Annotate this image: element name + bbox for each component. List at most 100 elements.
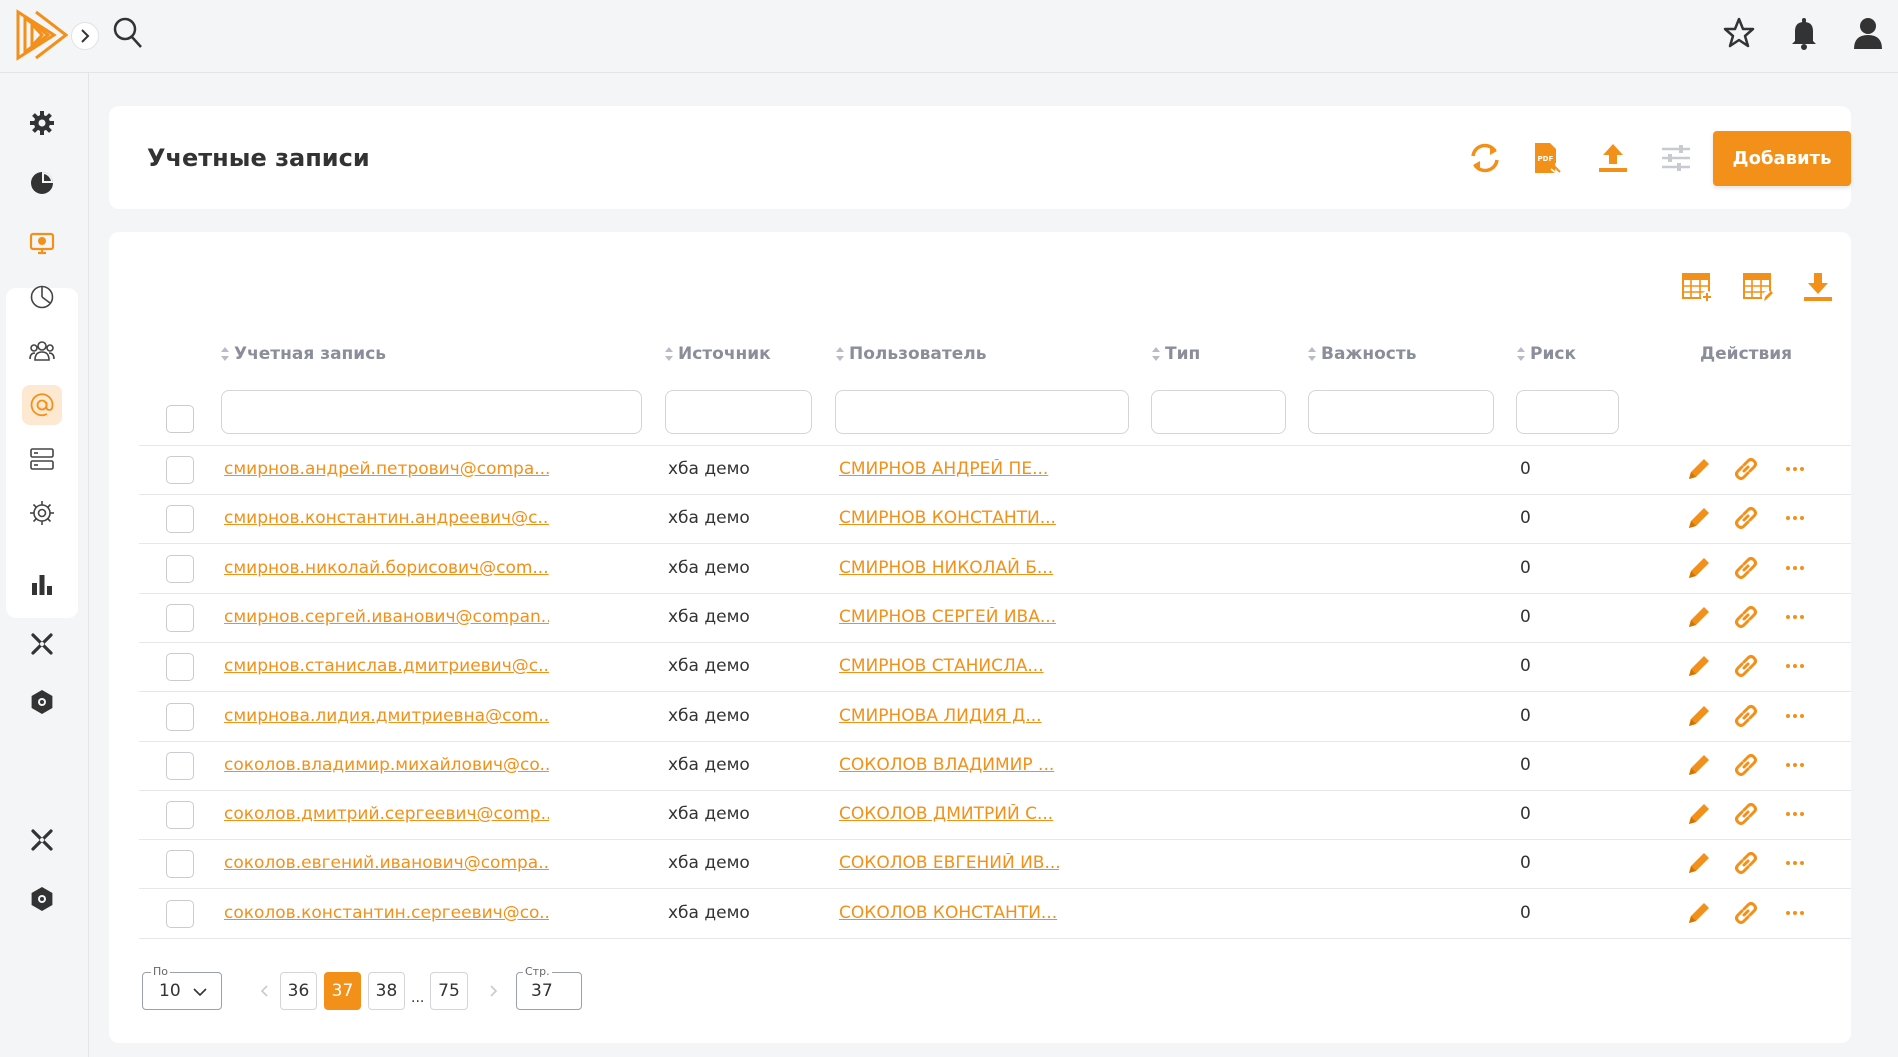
page-button-38[interactable]: 38 xyxy=(368,972,405,1010)
user-link[interactable]: СОКОЛОВ ВЛАДИМИР ... xyxy=(839,755,1059,775)
column-header-source[interactable]: Источник xyxy=(664,344,771,364)
more-icon[interactable] xyxy=(1780,701,1810,731)
edit-icon[interactable] xyxy=(1684,503,1714,533)
sidebar-item-servers[interactable] xyxy=(22,439,62,479)
link-icon[interactable] xyxy=(1731,553,1761,583)
link-icon[interactable] xyxy=(1731,799,1761,829)
more-icon[interactable] xyxy=(1780,602,1810,632)
page-button-36[interactable]: 36 xyxy=(280,972,317,1010)
download-icon[interactable] xyxy=(1801,270,1835,304)
row-checkbox[interactable] xyxy=(166,850,194,878)
row-checkbox[interactable] xyxy=(166,653,194,681)
sidebar-item-accounts[interactable] xyxy=(22,385,62,425)
sidebar-item-analytics[interactable] xyxy=(22,565,62,605)
more-icon[interactable] xyxy=(1780,503,1810,533)
account-link[interactable]: смирнов.константин.андреевич@c... xyxy=(224,508,549,528)
account-link[interactable]: смирнов.станислав.дмитриевич@c... xyxy=(224,656,549,676)
column-header-user[interactable]: Пользователь xyxy=(835,344,986,364)
edit-icon[interactable] xyxy=(1684,848,1714,878)
row-checkbox[interactable] xyxy=(166,505,194,533)
row-checkbox[interactable] xyxy=(166,604,194,632)
sidebar-item-tools[interactable] xyxy=(22,624,62,664)
user-link[interactable]: СОКОЛОВ ДМИТРИЙ С... xyxy=(839,804,1059,824)
user-link[interactable]: СМИРНОВ СТАНИСЛА... xyxy=(839,656,1059,676)
link-icon[interactable] xyxy=(1731,454,1761,484)
edit-icon[interactable] xyxy=(1684,799,1714,829)
page-button-37[interactable]: 37 xyxy=(324,972,361,1010)
sidebar-item-settings[interactable] xyxy=(22,103,62,143)
link-icon[interactable] xyxy=(1731,750,1761,780)
user-link[interactable]: СМИРНОВА ЛИДИЯ Д... xyxy=(839,706,1059,726)
link-icon[interactable] xyxy=(1731,503,1761,533)
edit-icon[interactable] xyxy=(1684,602,1714,632)
bell-icon[interactable] xyxy=(1787,16,1821,50)
refresh-icon[interactable] xyxy=(1468,141,1502,175)
add-button[interactable]: Добавить xyxy=(1713,131,1851,186)
link-icon[interactable] xyxy=(1731,898,1761,928)
user-icon[interactable] xyxy=(1851,16,1885,50)
edit-icon[interactable] xyxy=(1684,651,1714,681)
more-icon[interactable] xyxy=(1780,553,1810,583)
chevron-left-icon[interactable] xyxy=(260,984,270,998)
star-icon[interactable] xyxy=(1722,16,1756,50)
table-add-icon[interactable] xyxy=(1680,270,1714,304)
filter-risk-input[interactable] xyxy=(1516,390,1619,434)
user-link[interactable]: СМИРНОВ АНДРЕЙ ПЕ... xyxy=(839,459,1059,479)
account-link[interactable]: соколов.дмитрий.сергеевич@comp... xyxy=(224,804,549,824)
user-link[interactable]: СМИРНОВ СЕРГЕЙ ИВА... xyxy=(839,607,1059,627)
filter-sliders-icon[interactable] xyxy=(1659,141,1693,175)
account-link[interactable]: смирнов.андрей.петрович@compa... xyxy=(224,459,549,479)
link-icon[interactable] xyxy=(1731,602,1761,632)
account-link[interactable]: смирнов.николай.борисович@com... xyxy=(224,558,549,578)
sidebar-item-dashboard[interactable] xyxy=(22,163,62,203)
sidebar-item-incidents[interactable] xyxy=(22,223,62,263)
more-icon[interactable] xyxy=(1780,454,1810,484)
column-header-account[interactable]: Учетная запись xyxy=(220,344,386,364)
edit-icon[interactable] xyxy=(1684,750,1714,780)
filter-type-input[interactable] xyxy=(1151,390,1286,434)
more-icon[interactable] xyxy=(1780,799,1810,829)
account-link[interactable]: соколов.владимир.михайлович@co... xyxy=(224,755,549,775)
user-link[interactable]: СОКОЛОВ ЕВГЕНИЙ ИВ... xyxy=(839,853,1059,873)
table-edit-icon[interactable] xyxy=(1741,270,1775,304)
row-checkbox[interactable] xyxy=(166,752,194,780)
account-link[interactable]: соколов.евгений.иванович@compa... xyxy=(224,853,549,873)
link-icon[interactable] xyxy=(1731,848,1761,878)
account-link[interactable]: смирнова.лидия.дмитриевна@com... xyxy=(224,706,549,726)
link-icon[interactable] xyxy=(1731,651,1761,681)
chevron-right-icon[interactable] xyxy=(488,984,498,998)
sidebar-item-admin-2[interactable] xyxy=(22,879,62,919)
column-header-type[interactable]: Тип xyxy=(1151,344,1200,364)
logo-icon[interactable] xyxy=(16,8,69,62)
edit-icon[interactable] xyxy=(1684,454,1714,484)
account-link[interactable]: смирнов.сергей.иванович@compan... xyxy=(224,607,549,627)
user-link[interactable]: СМИРНОВ НИКОЛАЙ Б... xyxy=(839,558,1059,578)
select-all-checkbox[interactable] xyxy=(166,405,194,433)
upload-icon[interactable] xyxy=(1596,141,1630,175)
account-link[interactable]: соколов.константин.сергеевич@co... xyxy=(224,903,549,923)
filter-account-input[interactable] xyxy=(221,390,642,434)
page-button-75[interactable]: 75 xyxy=(430,972,468,1010)
row-checkbox[interactable] xyxy=(166,900,194,928)
more-icon[interactable] xyxy=(1780,898,1810,928)
sidebar-item-reports[interactable] xyxy=(22,277,62,317)
user-link[interactable]: СМИРНОВ КОНСТАНТИ... xyxy=(839,508,1059,528)
row-checkbox[interactable] xyxy=(166,456,194,484)
edit-icon[interactable] xyxy=(1684,898,1714,928)
more-icon[interactable] xyxy=(1780,750,1810,780)
row-checkbox[interactable] xyxy=(166,555,194,583)
search-icon[interactable] xyxy=(112,16,144,50)
sidebar-item-users[interactable] xyxy=(22,331,62,371)
filter-source-input[interactable] xyxy=(665,390,812,434)
pdf-export-icon[interactable]: PDF xyxy=(1529,141,1563,175)
sidebar-item-tools-2[interactable] xyxy=(22,820,62,860)
row-checkbox[interactable] xyxy=(166,703,194,731)
edit-icon[interactable] xyxy=(1684,701,1714,731)
link-icon[interactable] xyxy=(1731,701,1761,731)
more-icon[interactable] xyxy=(1780,848,1810,878)
sidebar-item-admin[interactable] xyxy=(22,682,62,722)
filter-importance-input[interactable] xyxy=(1308,390,1494,434)
edit-icon[interactable] xyxy=(1684,553,1714,583)
sidebar-item-configuration[interactable] xyxy=(22,493,62,533)
row-checkbox[interactable] xyxy=(166,801,194,829)
